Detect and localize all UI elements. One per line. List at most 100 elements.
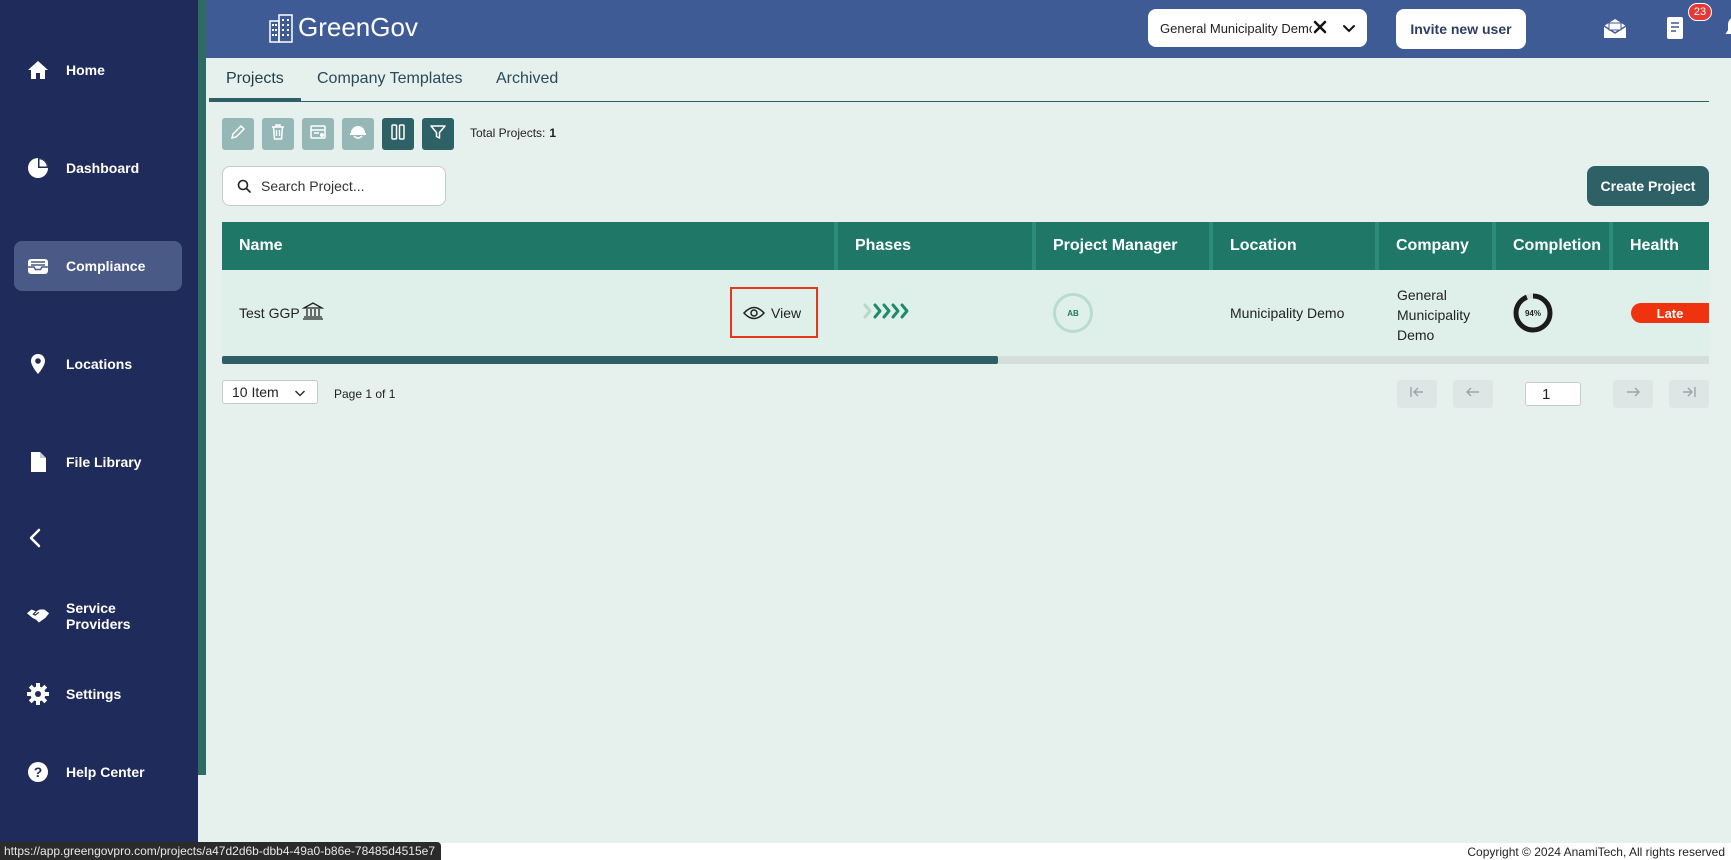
health-status-badge: Late	[1631, 303, 1709, 323]
column-header-location[interactable]: Location	[1213, 222, 1297, 270]
chevron-down-icon	[294, 386, 306, 398]
last-page-button[interactable]	[1669, 380, 1709, 408]
hard-hat-icon	[349, 123, 367, 146]
edit-button[interactable]	[222, 118, 254, 150]
home-icon	[26, 58, 50, 82]
bell-icon[interactable]	[1721, 15, 1731, 41]
archive-icon	[309, 123, 327, 146]
view-project-button[interactable]: View	[730, 287, 818, 338]
tab-archived[interactable]: Archived	[496, 70, 558, 88]
pencil-icon	[229, 123, 247, 146]
page-info: Page 1 of 1	[334, 387, 396, 401]
project-tabs: Projects Company Templates Archived	[209, 58, 1709, 102]
sidebar-edge	[198, 0, 206, 775]
company-cell: General Municipality Demo	[1397, 285, 1470, 345]
organization-select-value: General Municipality Demo	[1160, 20, 1312, 36]
view-label: View	[771, 304, 802, 321]
logo[interactable]: GreenGov	[268, 12, 418, 43]
sidebar-item-service-providers[interactable]: Service Providers	[14, 591, 182, 641]
trash-icon	[269, 123, 287, 146]
sidebar-item-locations[interactable]: Locations	[14, 339, 182, 389]
chevron-down-icon[interactable]	[1341, 20, 1357, 36]
page-size-select[interactable]: 10 Item	[222, 380, 318, 404]
company-line: Municipality	[1397, 307, 1471, 323]
sidebar-item-label: Home	[66, 62, 105, 78]
sidebar-item-label: Dashboard	[66, 160, 140, 176]
sidebar-item-label: Service Providers	[66, 600, 131, 632]
active-tab-indicator	[209, 98, 301, 101]
columns-icon	[389, 123, 407, 146]
column-header-health[interactable]: Health	[1613, 222, 1679, 270]
previous-page-button[interactable]	[1453, 380, 1493, 408]
assign-manager-button[interactable]	[342, 118, 374, 150]
sidebar-item-label: Help Center	[66, 764, 145, 780]
filter-button[interactable]	[422, 118, 454, 150]
government-building-icon	[301, 302, 325, 320]
search-project-input[interactable]: Search Project...	[222, 166, 446, 206]
notification-badge: 23	[1688, 3, 1712, 21]
column-header-company[interactable]: Company	[1379, 222, 1469, 270]
column-header-phases[interactable]: Phases	[838, 222, 911, 270]
sidebar-item-compliance[interactable]: Compliance	[14, 241, 182, 291]
map-pin-icon	[26, 352, 50, 376]
sidebar-item-dashboard[interactable]: Dashboard	[14, 143, 182, 193]
document-icon[interactable]	[1662, 15, 1688, 41]
sidebar: Home Dashboard Compliance Locations File…	[0, 0, 198, 860]
page-size-value: 10 Item	[232, 384, 279, 400]
columns-button[interactable]	[382, 118, 414, 150]
mail-open-icon[interactable]	[1406, 15, 1432, 41]
search-placeholder: Search Project...	[261, 178, 365, 194]
archive-button[interactable]	[302, 118, 334, 150]
arrow-right-icon	[1625, 385, 1641, 404]
top-header: GreenGov General Municipality Demo Invit…	[206, 0, 1731, 58]
column-header-completion[interactable]: Completion	[1496, 222, 1601, 270]
next-page-button[interactable]	[1613, 380, 1653, 408]
sidebar-item-help-center[interactable]: ? Help Center	[14, 747, 182, 797]
current-page-input[interactable]: 1	[1525, 382, 1581, 406]
location-cell: Municipality Demo	[1230, 305, 1345, 321]
sidebar-item-file-library[interactable]: File Library	[14, 437, 182, 487]
tab-projects[interactable]: Projects	[226, 70, 284, 88]
table-row[interactable]	[222, 270, 1709, 356]
sidebar-item-settings[interactable]: Settings	[14, 669, 182, 719]
create-project-button[interactable]: Create Project	[1587, 166, 1709, 206]
pie-chart-icon	[26, 156, 50, 180]
last-page-icon	[1681, 385, 1697, 404]
column-header-project-manager[interactable]: Project Manager	[1036, 222, 1177, 270]
svg-text:?: ?	[34, 764, 43, 780]
arrow-left-icon	[1465, 385, 1481, 404]
sidebar-item-label: Settings	[66, 686, 122, 702]
inbox-tray-icon	[26, 254, 50, 278]
help-circle-icon: ?	[26, 760, 50, 784]
logo-text: GreenGov	[298, 12, 418, 42]
first-page-icon	[1409, 385, 1425, 404]
eye-icon	[742, 305, 766, 321]
horizontal-scrollbar-thumb[interactable]	[222, 356, 998, 364]
collapse-sidebar-icon[interactable]	[24, 526, 48, 550]
total-projects-count: 1	[549, 126, 557, 140]
gear-icon	[26, 682, 50, 706]
file-icon	[26, 450, 50, 474]
status-bar-url: https://app.greengovpro.com/projects/a47…	[0, 842, 441, 860]
first-page-button[interactable]	[1397, 380, 1437, 408]
phases-chevrons-icon[interactable]	[862, 300, 914, 322]
delete-button[interactable]	[262, 118, 294, 150]
table-header: Name Phases Project Manager Location Com…	[222, 222, 1709, 270]
organization-select[interactable]: General Municipality Demo	[1148, 9, 1367, 47]
search-icon	[237, 179, 251, 193]
copyright-text: Copyright © 2024 AnamiTech, All rights r…	[1467, 845, 1725, 859]
total-projects-label: Total Projects:	[470, 126, 546, 140]
envelope-open-icon[interactable]	[1602, 15, 1628, 41]
completion-donut: 94%	[1512, 292, 1554, 334]
column-header-name[interactable]: Name	[222, 222, 283, 270]
filter-icon	[429, 123, 447, 146]
clear-selection-icon[interactable]	[1312, 19, 1328, 35]
tab-company-templates[interactable]: Company Templates	[317, 70, 463, 88]
sidebar-item-home[interactable]: Home	[14, 45, 182, 95]
avatar[interactable]: AB	[1053, 293, 1093, 333]
buildings-icon	[268, 13, 294, 43]
company-line: Demo	[1397, 327, 1435, 343]
handshake-icon	[26, 604, 50, 628]
sidebar-item-label: Compliance	[66, 258, 146, 274]
project-name[interactable]: Test GGP	[239, 305, 300, 321]
